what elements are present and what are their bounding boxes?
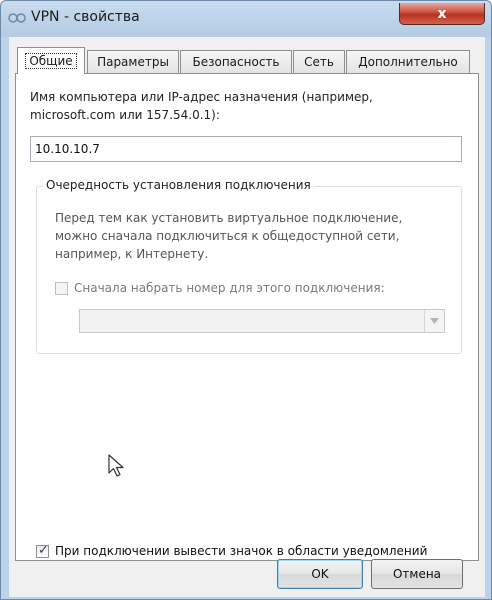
tab-network[interactable]: Сеть [293,50,345,73]
combo-dropdown-button[interactable] [424,310,444,332]
checkmark-icon: ✓ [38,542,49,558]
show-icon-label: При подключении вывести значок в области… [55,544,428,558]
host-address-input[interactable] [30,136,462,162]
tab-strip: Общие Параметры Безопасность Сеть Дополн… [15,47,479,74]
group-text-line2: можно сначала подключиться к общедоступн… [55,229,400,243]
group-title: Очередность установления подключения [43,178,314,192]
general-tab-page: Имя компьютера или IP-адрес назначения (… [15,73,479,561]
group-description: Перед тем как установить виртуальное под… [55,209,455,263]
dialog-client-area: Общие Параметры Безопасность Сеть Дополн… [9,37,485,597]
show-icon-checkbox[interactable]: ✓ [36,542,49,558]
dial-first-option[interactable]: Сначала набрать номер для этого подключе… [55,281,385,295]
dial-connection-select[interactable] [79,309,445,333]
chevron-down-icon [430,318,439,324]
connection-order-group: Очередность установления подключения Пер… [36,178,462,354]
close-icon: x [437,5,447,22]
tab-security[interactable]: Безопасность [180,50,292,73]
tab-parameters-label: Параметры [97,55,169,69]
window-title: VPN - свойства [31,9,140,25]
close-button[interactable]: x [399,3,485,25]
network-connection-icon [8,13,26,23]
tab-network-label: Сеть [304,55,334,69]
host-label-line2: microsoft.com или 157.54.0.1): [30,108,220,122]
dial-first-label: Сначала набрать номер для этого подключе… [74,281,385,295]
host-label-line1: Имя компьютера или IP-адрес назначения (… [30,90,373,104]
group-text-line3: например, к Интернету. [55,247,209,261]
tab-parameters[interactable]: Параметры [87,50,179,73]
mouse-pointer-icon [108,454,124,477]
tab-advanced-label: Дополнительно [358,55,458,69]
tab-general-label: Общие [25,53,77,69]
properties-window: VPN - свойства x Общие Параметры Безопас… [0,0,492,600]
title-bar[interactable]: VPN - свойства x [1,1,491,37]
ok-button[interactable]: OK [277,559,363,589]
dial-first-checkbox[interactable] [55,281,68,295]
tab-general[interactable]: Общие [17,47,85,74]
tab-advanced[interactable]: Дополнительно [346,50,470,73]
group-text-line1: Перед тем как установить виртуальное под… [55,211,403,225]
host-label: Имя компьютера или IP-адрес назначения (… [30,88,470,124]
show-icon-option[interactable]: ✓ При подключении вывести значок в облас… [36,542,428,558]
cancel-button[interactable]: Отмена [371,559,463,589]
tab-security-label: Безопасность [192,55,280,69]
